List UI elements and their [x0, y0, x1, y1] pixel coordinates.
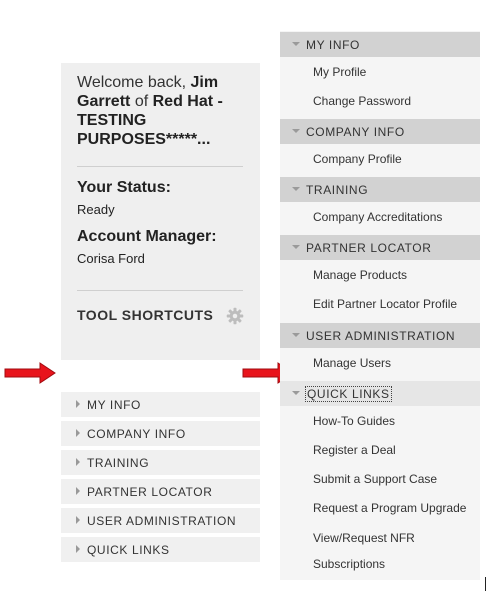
chevron-right-icon — [76, 487, 80, 495]
collapsed-item-label: TRAINING — [87, 456, 150, 470]
welcome-message: Welcome back, Jim Garrett of Red Hat - T… — [77, 73, 253, 149]
link-register-a-deal[interactable]: Register a Deal — [313, 443, 396, 457]
collapsed-item-label: USER ADMINISTRATION — [87, 514, 237, 528]
section-header-label: MY INFO — [306, 38, 360, 52]
chevron-right-icon — [76, 545, 80, 553]
gear-icon[interactable] — [226, 307, 244, 325]
chevron-right-icon — [76, 516, 80, 524]
collapsed-item-quick-links[interactable]: QUICK LINKS — [61, 537, 260, 562]
status-value: Ready — [77, 202, 115, 217]
link-submit-a-support-case[interactable]: Submit a Support Case — [313, 472, 437, 486]
link-manage-users[interactable]: Manage Users — [313, 356, 391, 370]
section-header-user-administration[interactable]: USER ADMINISTRATION — [280, 323, 480, 348]
chevron-down-icon — [292, 42, 300, 46]
text-cursor — [485, 577, 486, 591]
section-header-label: QUICK LINKS — [305, 386, 392, 402]
link-manage-products[interactable]: Manage Products — [313, 268, 407, 282]
account-manager-label: Account Manager: — [77, 228, 217, 245]
chevron-down-icon — [292, 245, 300, 249]
link-edit-partner-locator-profile[interactable]: Edit Partner Locator Profile — [313, 297, 457, 311]
link-change-password[interactable]: Change Password — [313, 94, 411, 108]
section-header-partner-locator[interactable]: PARTNER LOCATOR — [280, 235, 480, 260]
collapsed-item-label: COMPANY INFO — [87, 427, 186, 441]
red-arrow-icon — [4, 362, 56, 384]
section-header-label: COMPANY INFO — [306, 125, 405, 139]
collapsed-item-label: QUICK LINKS — [87, 543, 170, 557]
divider — [77, 166, 243, 167]
collapsed-item-label: PARTNER LOCATOR — [87, 485, 213, 499]
greeting-text: Welcome back, — [77, 74, 187, 91]
collapsed-item-training[interactable]: TRAINING — [61, 450, 260, 475]
section-header-company-info[interactable]: COMPANY INFO — [280, 119, 480, 144]
section-header-training[interactable]: TRAINING — [280, 177, 480, 202]
of-text: of — [134, 93, 149, 110]
collapsed-item-partner-locator[interactable]: PARTNER LOCATOR — [61, 479, 260, 504]
section-header-my-info[interactable]: MY INFO — [280, 32, 480, 57]
chevron-down-icon — [292, 129, 300, 133]
section-header-label: PARTNER LOCATOR — [306, 241, 432, 255]
chevron-down-icon — [292, 391, 300, 395]
chevron-right-icon — [76, 429, 80, 437]
link-request-a-program-upgrade[interactable]: Request a Program Upgrade — [313, 501, 466, 515]
collapsed-item-my-info[interactable]: MY INFO — [61, 392, 260, 417]
chevron-right-icon — [76, 400, 80, 408]
tool-shortcuts-label: TOOL SHORTCUTS — [77, 307, 214, 323]
link-company-profile[interactable]: Company Profile — [313, 152, 402, 166]
section-header-label: TRAINING — [306, 183, 369, 197]
collapsed-item-company-info[interactable]: COMPANY INFO — [61, 421, 260, 446]
welcome-card: Welcome back, Jim Garrett of Red Hat - T… — [61, 63, 260, 360]
link-view-request-nfr[interactable]: View/Request NFR — [313, 531, 415, 545]
collapsed-item-label: MY INFO — [87, 398, 141, 412]
section-header-label: USER ADMINISTRATION — [306, 329, 456, 343]
section-header-quick-links[interactable]: QUICK LINKS — [280, 381, 480, 406]
account-manager-name: Corisa Ford — [77, 251, 145, 266]
link-my-profile[interactable]: My Profile — [313, 65, 366, 79]
link-subscriptions[interactable]: Subscriptions — [313, 557, 385, 571]
collapsed-item-user-administration[interactable]: USER ADMINISTRATION — [61, 508, 260, 533]
status-label: Your Status: — [77, 179, 171, 196]
chevron-right-icon — [76, 458, 80, 466]
chevron-down-icon — [292, 333, 300, 337]
expanded-nav-menu: MY INFO My Profile Change Password COMPA… — [280, 31, 480, 580]
collapsed-nav-menu: MY INFO COMPANY INFO TRAINING PARTNER LO… — [61, 392, 260, 566]
divider — [77, 290, 243, 291]
link-company-accreditations[interactable]: Company Accreditations — [313, 210, 442, 224]
chevron-down-icon — [292, 187, 300, 191]
link-how-to-guides[interactable]: How-To Guides — [313, 414, 395, 428]
